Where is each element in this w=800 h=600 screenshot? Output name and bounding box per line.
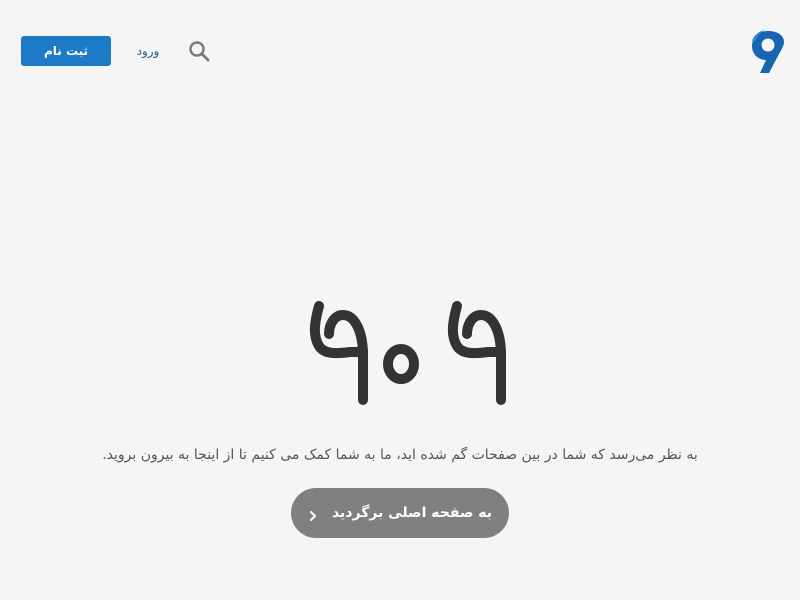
- search-icon[interactable]: [187, 39, 211, 63]
- error-code: [0, 276, 800, 426]
- signup-button[interactable]: ثبت نام: [21, 36, 111, 66]
- brand-logo-icon[interactable]: [748, 27, 788, 77]
- error-message: به نظر می‌رسد که شما در بین صفحات گم شده…: [102, 447, 698, 463]
- login-link[interactable]: ورود: [128, 42, 168, 60]
- home-button-label: به صفحه اصلی برگردید: [331, 505, 493, 521]
- error-page: ثبت نام ورود به نظر می‌رسد که شما در بین…: [0, 0, 800, 600]
- chevron-right-icon: [308, 507, 318, 521]
- back-to-home-button[interactable]: به صفحه اصلی برگردید: [291, 488, 509, 538]
